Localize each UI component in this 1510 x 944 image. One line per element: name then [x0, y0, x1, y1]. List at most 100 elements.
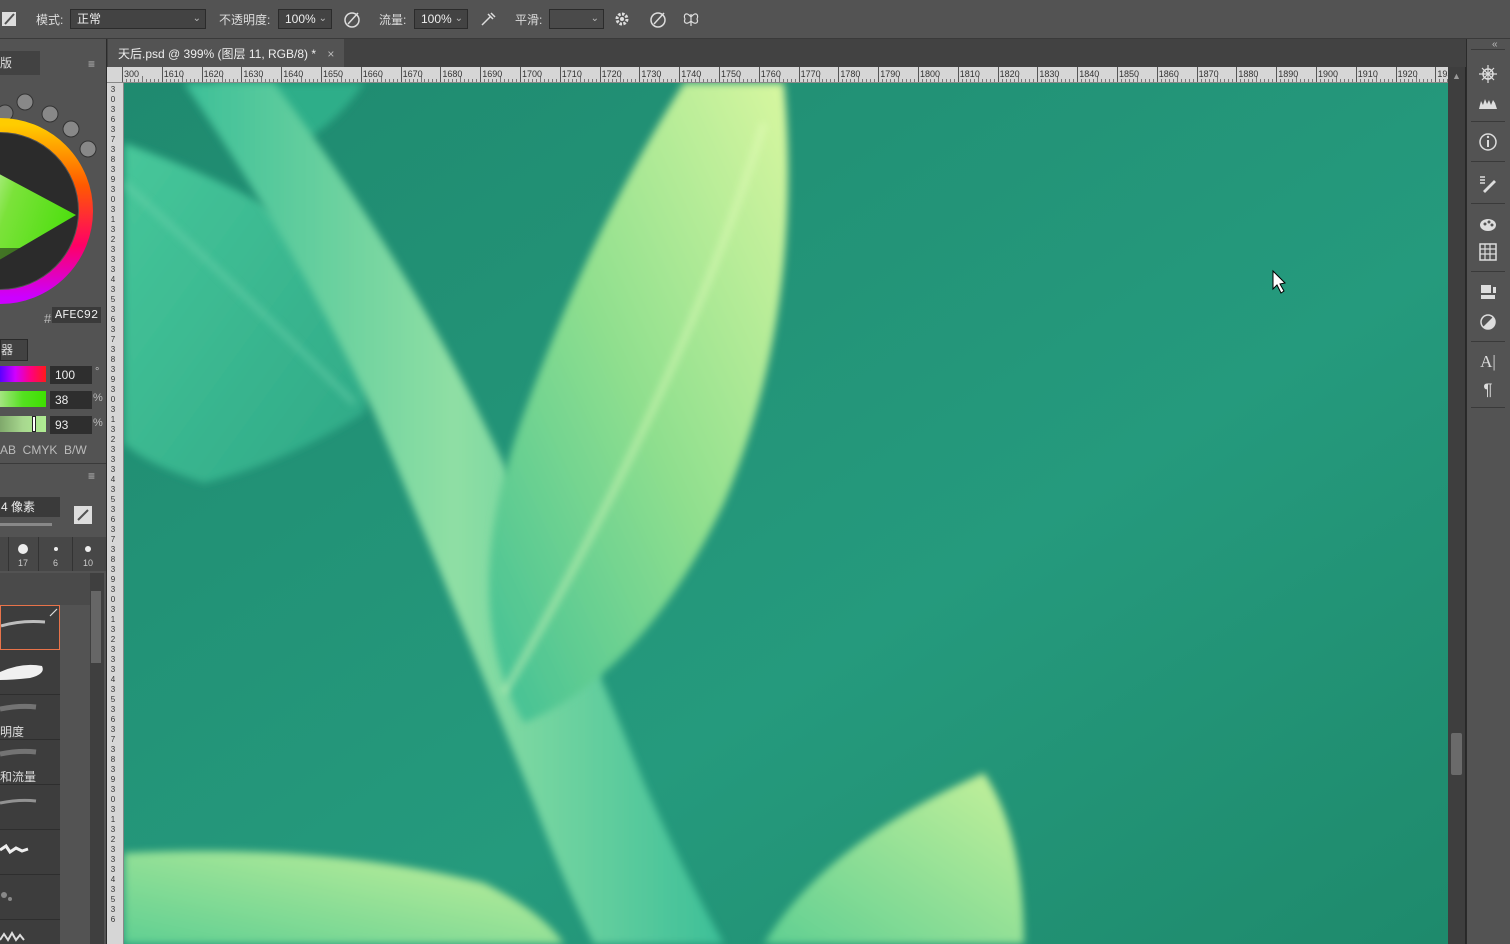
ruler-minor-tick: [285, 79, 287, 82]
document-tab[interactable]: 天后.psd @ 399% (图层 11, RGB/8) * ×: [108, 39, 345, 67]
ruler-minor-tick: [1383, 79, 1385, 82]
ruler-label: 1630: [243, 69, 264, 79]
ruler-minor-tick: [651, 79, 653, 82]
brush-list-item[interactable]: [0, 785, 60, 830]
hue-slider[interactable]: [0, 366, 46, 382]
swatch-dot[interactable]: [41, 105, 59, 123]
brush-settings-icon[interactable]: [1477, 173, 1499, 195]
ruler-minor-tick: [790, 79, 792, 82]
symmetry-butterfly-icon[interactable]: [681, 9, 701, 29]
brush-size-field[interactable]: 4 像素: [0, 497, 60, 517]
ruler-minor-tick: [531, 79, 533, 82]
swatch-dot[interactable]: [79, 140, 97, 158]
ruler-minor-tick: [894, 79, 896, 82]
info-icon[interactable]: [1477, 131, 1499, 153]
pressure-opacity-icon[interactable]: [342, 9, 362, 29]
hue-input[interactable]: 100: [50, 366, 92, 384]
brush-preset-item[interactable]: 6: [40, 537, 73, 571]
hex-input[interactable]: AFEC92: [52, 307, 102, 323]
ruler-minor-tick: [1264, 79, 1266, 82]
ruler-minor-tick: [245, 79, 247, 82]
brush-list-item[interactable]: [0, 920, 60, 944]
brush-list-item[interactable]: [0, 605, 60, 650]
pressure-size-icon[interactable]: [648, 9, 668, 29]
ruler-tick: [1196, 67, 1198, 82]
opacity-dropdown[interactable]: 100% ⌄: [278, 9, 332, 29]
ruler-label: 3: [110, 345, 116, 354]
ruler-tick: [360, 67, 362, 82]
panel-menu-icon[interactable]: ≡: [88, 469, 95, 483]
new-brush-preset-icon[interactable]: [74, 506, 92, 524]
swatch-dot[interactable]: [16, 93, 34, 111]
smoothing-label: 平滑:: [515, 13, 543, 27]
scrollbar-thumb[interactable]: [1451, 733, 1462, 775]
ruler-label: 1610: [163, 69, 184, 79]
airbrush-icon[interactable]: [478, 9, 498, 29]
ruler-minor-tick: [1005, 79, 1007, 82]
histogram-icon[interactable]: [1477, 91, 1499, 113]
ruler-tick: [480, 67, 482, 82]
navigator-icon[interactable]: [1477, 63, 1499, 85]
brush-list-item[interactable]: [0, 650, 60, 695]
brush-list-item[interactable]: 明度: [0, 695, 60, 740]
ruler-tick: [878, 67, 880, 82]
palette-icon[interactable]: [1477, 213, 1499, 235]
saturation-input[interactable]: 38: [50, 391, 92, 409]
color-slider-tab[interactable]: 器: [0, 339, 28, 361]
character-icon[interactable]: A|: [1477, 351, 1499, 373]
brush-list-item[interactable]: 和流量: [0, 740, 60, 785]
ruler-minor-tick: [906, 79, 908, 82]
ruler-minor-tick: [750, 79, 752, 82]
ruler-minor-tick: [866, 79, 868, 82]
gear-icon[interactable]: [612, 9, 632, 29]
ruler-minor-tick: [941, 79, 943, 82]
brush-preset-item[interactable]: [0, 537, 9, 571]
chevron-up-icon[interactable]: ▲: [1452, 71, 1461, 81]
mode-dropdown[interactable]: 正常 ⌄: [70, 9, 206, 29]
brush-size-slider[interactable]: [0, 523, 52, 526]
flow-dropdown[interactable]: 100% ⌄: [414, 9, 468, 29]
smoothing-dropdown[interactable]: ⌄: [549, 9, 604, 29]
swatches-grid-icon[interactable]: [1477, 241, 1499, 263]
brightness-slider[interactable]: [0, 416, 46, 432]
ruler-minor-tick: [149, 79, 151, 82]
ruler-label: 1620: [203, 69, 224, 79]
ruler-label: 3: [110, 85, 116, 94]
paragraph-icon[interactable]: ¶: [1477, 379, 1499, 401]
canvas-vertical-scrollbar[interactable]: ▲: [1448, 67, 1465, 944]
brightness-thumb[interactable]: [32, 416, 36, 432]
color-panel-tab[interactable]: 版: [0, 51, 40, 75]
ruler-label: 3: [110, 255, 116, 264]
panel-menu-icon[interactable]: ≡: [88, 57, 95, 71]
libraries-icon[interactable]: [1477, 281, 1499, 303]
ruler-minor-tick: [1272, 79, 1274, 82]
brush-preset-item[interactable]: 10: [74, 537, 104, 571]
horizontal-ruler: 300 1610 1620 1630 1640 1650 1660 1670 1680 1690 1…: [107, 67, 1449, 83]
ruler-minor-tick: [512, 79, 514, 82]
brush-list-item[interactable]: [0, 875, 60, 920]
brush-list-scrollbar[interactable]: [90, 573, 104, 944]
ruler-minor-tick: [432, 79, 434, 82]
ruler-minor-tick: [611, 79, 613, 82]
ruler-label: 3: [110, 365, 116, 374]
ruler-label: 3: [110, 905, 116, 914]
swatch-dot[interactable]: [62, 120, 80, 138]
ruler-minor-tick: [929, 79, 931, 82]
ruler-minor-tick: [336, 79, 338, 82]
ruler-tick: [1395, 67, 1397, 82]
brightness-input[interactable]: 93: [50, 416, 92, 434]
brush-tool-preset-icon[interactable]: [0, 9, 18, 29]
scrollbar-thumb[interactable]: [91, 591, 101, 663]
ruler-minor-tick: [910, 79, 912, 82]
color-wheel[interactable]: [0, 83, 106, 333]
adjustments-icon[interactable]: [1477, 311, 1499, 333]
brush-preset-item[interactable]: 17: [10, 537, 39, 571]
ruler-minor-tick: [1351, 79, 1353, 82]
ruler-label: 2: [110, 635, 116, 644]
canvas[interactable]: [124, 83, 1448, 944]
brush-list-item[interactable]: [0, 830, 60, 875]
close-icon[interactable]: ×: [327, 47, 334, 61]
saturation-slider[interactable]: [0, 391, 46, 407]
ruler-minor-tick: [169, 79, 171, 82]
color-mode-links[interactable]: AB CMYK B/W: [0, 443, 87, 457]
